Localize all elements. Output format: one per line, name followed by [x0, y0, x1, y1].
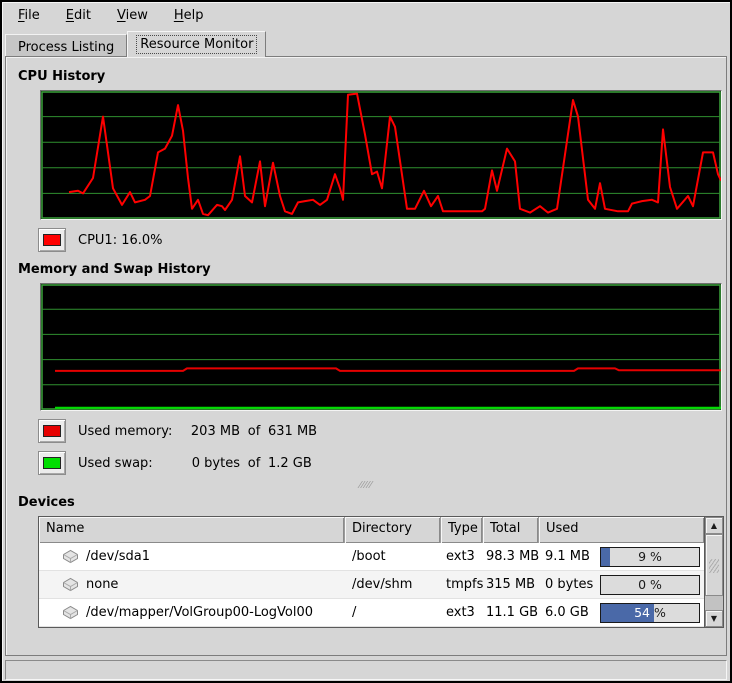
device-directory: /dev/shm: [345, 577, 441, 592]
device-usage-progressbar: 0 % 0 %: [600, 575, 700, 595]
status-bar: [5, 660, 727, 680]
memory-legend-label: Used memory:: [78, 424, 182, 439]
cpu-history-title: CPU History: [18, 69, 714, 84]
device-row[interactable]: /dev/mapper/VolGroup00-LogVol00 / ext3 1…: [39, 599, 704, 627]
device-directory: /: [345, 605, 441, 620]
system-monitor-window: File Edit View Help Process Listing Reso…: [0, 0, 732, 683]
menu-file[interactable]: File: [12, 7, 46, 26]
device-type: tmpfs: [441, 577, 483, 592]
device-name: none: [86, 577, 118, 592]
swap-color-swatch-button[interactable]: [38, 451, 66, 475]
device-used: 0 bytes: [545, 577, 593, 592]
memory-of-label: of: [240, 424, 268, 439]
menu-edit[interactable]: Edit: [60, 7, 97, 26]
disk-icon: [61, 577, 80, 592]
device-row[interactable]: none /dev/shm tmpfs 315 MB 0 bytes 0 % 0…: [39, 571, 704, 599]
memory-color-swatch-button[interactable]: [38, 419, 66, 443]
menu-view[interactable]: View: [111, 7, 154, 26]
devices-title: Devices: [18, 495, 714, 510]
disk-icon: [61, 549, 80, 564]
usage-progress-fill: 9 %: [601, 548, 610, 566]
column-header-directory[interactable]: Directory: [345, 517, 441, 543]
device-type: ext3: [441, 549, 483, 564]
memory-history-graph: [40, 283, 722, 411]
resource-monitor-page: CPU History CPU1: 16.0% Memory and Swap …: [5, 56, 727, 656]
device-total: 315 MB: [483, 577, 539, 592]
cpu-history-graph: [40, 90, 722, 220]
disk-icon: [61, 605, 80, 620]
devices-scrollbar[interactable]: ▲ ▼: [704, 517, 723, 627]
swap-color-swatch: [43, 457, 61, 469]
usage-progress-fill: 54 %: [601, 604, 654, 622]
devices-table: Name Directory Type Total Used /dev/sda1…: [38, 516, 724, 628]
device-directory: /boot: [345, 549, 441, 564]
menu-help[interactable]: Help: [168, 7, 210, 26]
column-header-type[interactable]: Type: [441, 517, 483, 543]
memory-total-value: 631 MB: [268, 424, 317, 439]
devices-table-header: Name Directory Type Total Used: [39, 517, 704, 543]
device-total: 98.3 MB: [483, 549, 539, 564]
device-used: 9.1 MB: [545, 549, 590, 564]
device-used: 6.0 GB: [545, 605, 589, 620]
tab-process-listing[interactable]: Process Listing: [5, 34, 127, 56]
memory-legend: Used memory: 203 MB of 631 MB: [38, 419, 714, 443]
tab-resource-monitor[interactable]: Resource Monitor: [127, 31, 266, 57]
memory-history-title: Memory and Swap History: [18, 262, 714, 277]
menubar: File Edit View Help: [2, 2, 730, 29]
column-header-name[interactable]: Name: [39, 517, 345, 543]
cpu-color-swatch: [43, 234, 61, 246]
usage-percent-label: 0 %: [601, 576, 699, 594]
swap-legend-label: Used swap:: [78, 456, 182, 471]
device-row[interactable]: /dev/sda1 /boot ext3 98.3 MB 9.1 MB 9 % …: [39, 543, 704, 571]
swap-used-value: 0 bytes: [182, 456, 240, 471]
tab-bar: Process Listing Resource Monitor: [2, 29, 730, 56]
column-header-total[interactable]: Total: [483, 517, 539, 543]
device-name: /dev/mapper/VolGroup00-LogVol00: [86, 605, 313, 620]
device-name: /dev/sda1: [86, 549, 150, 564]
cpu-legend: CPU1: 16.0%: [38, 228, 714, 252]
swap-total-value: 1.2 GB: [268, 456, 312, 471]
memory-used-value: 203 MB: [182, 424, 240, 439]
column-header-used[interactable]: Used: [539, 517, 704, 543]
tab-resource-monitor-label: Resource Monitor: [136, 35, 257, 54]
device-usage-progressbar: 54 % 54 %: [600, 603, 700, 623]
device-type: ext3: [441, 605, 483, 620]
device-usage-progressbar: 9 % 9 %: [600, 547, 700, 567]
cpu-color-swatch-button[interactable]: [38, 228, 66, 252]
swap-legend: Used swap: 0 bytes of 1.2 GB: [38, 451, 714, 475]
cpu-legend-label: CPU1: 16.0%: [78, 233, 163, 248]
scrollbar-thumb[interactable]: [705, 534, 723, 596]
scroll-down-icon[interactable]: ▼: [705, 610, 723, 627]
usage-percent-label: 9 %: [601, 548, 699, 566]
swap-of-label: of: [240, 456, 268, 471]
device-total: 11.1 GB: [483, 605, 539, 620]
memory-color-swatch: [43, 425, 61, 437]
scrollbar-track[interactable]: [705, 534, 723, 610]
tab-process-listing-label: Process Listing: [14, 38, 118, 57]
scroll-up-icon[interactable]: ▲: [705, 517, 723, 534]
pane-resize-grip[interactable]: ⁄⁄⁄⁄⁄: [18, 481, 714, 493]
